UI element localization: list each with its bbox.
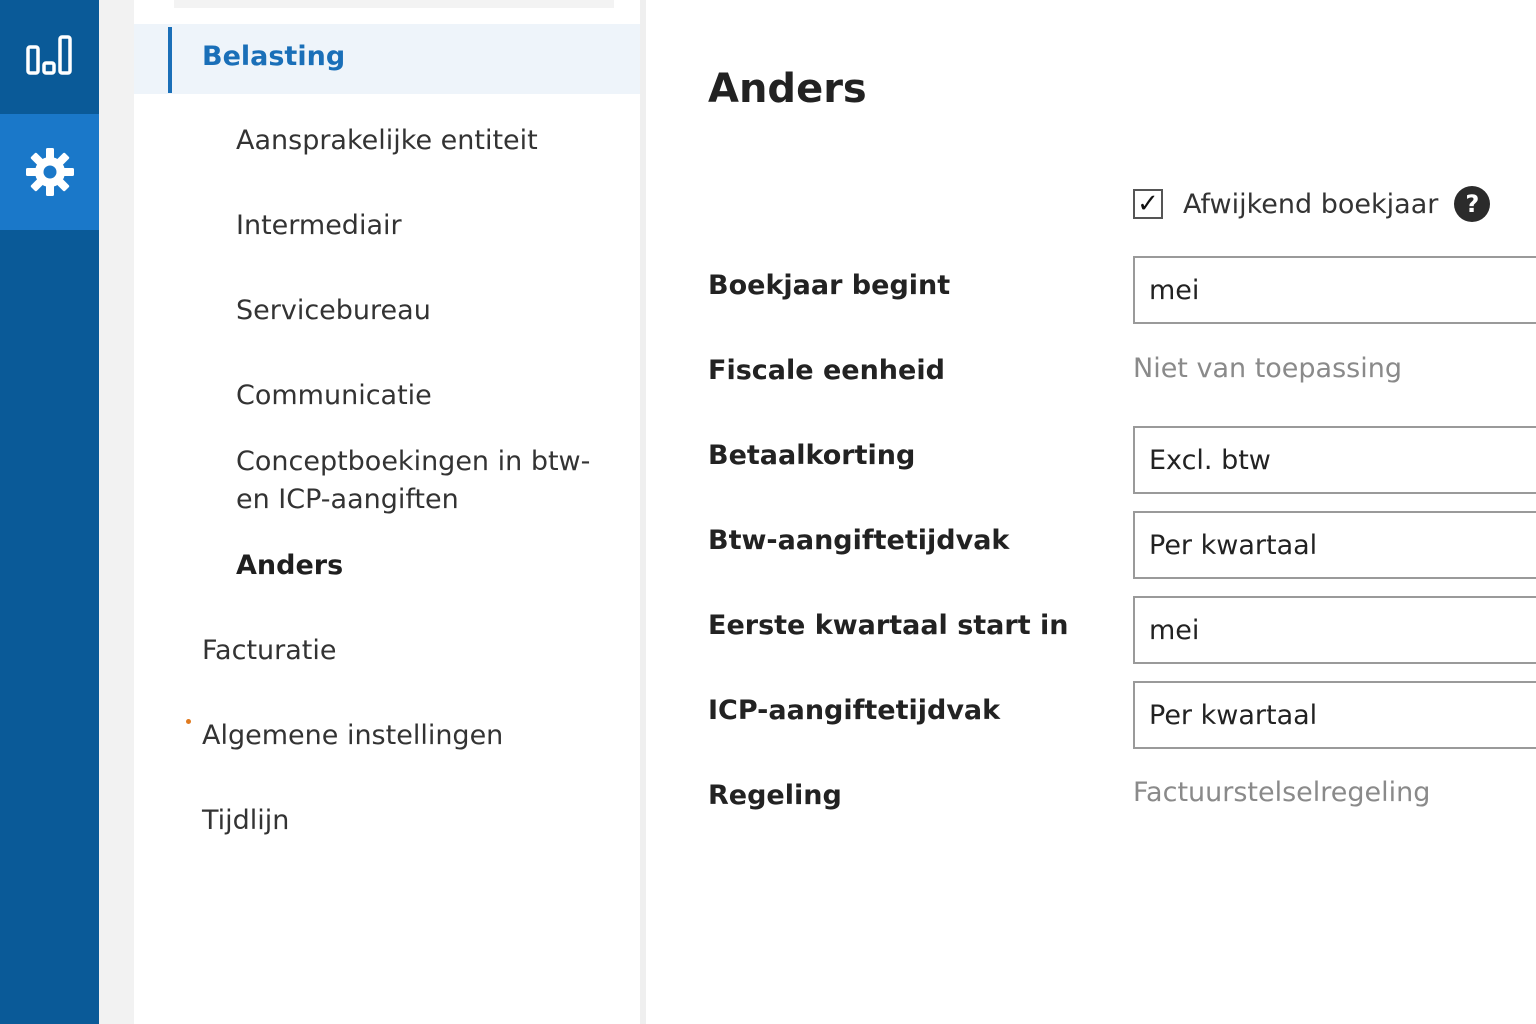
help-icon[interactable]: ?: [1454, 186, 1491, 222]
btw-aangiftetijdvak-select[interactable]: Per kwartaal: [1133, 511, 1536, 579]
nav-item-label: Anders: [236, 550, 344, 581]
checkmark-icon: ✓: [1137, 189, 1159, 219]
boekjaar-begint-label: Boekjaar begint: [708, 270, 951, 301]
btw-aangiftetijdvak-label: Btw-aangiftetijdvak: [708, 525, 1010, 556]
icp-aangiftetijdvak-label: ICP-aangiftetijdvak: [708, 695, 1001, 726]
regeling-label: Regeling: [708, 780, 842, 811]
nav-item-label: Communicatie: [236, 380, 432, 411]
active-indicator: [168, 27, 172, 93]
afwijkend-boekjaar-checkbox[interactable]: ✓: [1133, 189, 1163, 219]
rail-item-reports[interactable]: [0, 0, 99, 110]
field-value: mei: [1149, 274, 1200, 306]
gutter: [99, 0, 135, 1024]
field-value: mei: [1149, 614, 1200, 646]
rail-item-settings[interactable]: [0, 114, 99, 230]
field-value: Per kwartaal: [1149, 529, 1318, 561]
settings-nav: Belasting Aansprakelijke entiteit Interm…: [134, 0, 640, 1024]
afwijkend-boekjaar-row: ✓ Afwijkend boekjaar ?: [1133, 184, 1491, 224]
afwijkend-boekjaar-label[interactable]: Afwijkend boekjaar: [1183, 189, 1438, 220]
boekjaar-begint-select[interactable]: mei: [1133, 256, 1536, 324]
nav-item-label: Tijdlijn: [202, 805, 290, 836]
page-title: Anders: [708, 66, 867, 112]
nav-item-label-line1: Conceptboekingen in btw-: [236, 446, 591, 477]
gear-icon: [25, 148, 74, 196]
fiscale-eenheid-value: Niet van toepassing: [1133, 353, 1402, 384]
field-value: Per kwartaal: [1149, 699, 1318, 731]
nav-item-belasting[interactable]: Belasting: [134, 24, 640, 94]
nav-item-label: Intermediair: [236, 210, 402, 241]
fiscale-eenheid-label: Fiscale eenheid: [708, 355, 945, 386]
nav-item-conceptboekingen[interactable]: Conceptboekingen in btw- en ICP-aangifte…: [134, 443, 640, 519]
nav-item-label-line2: en ICP-aangiften: [236, 484, 459, 515]
nav-item-label: Aansprakelijke entiteit: [236, 125, 538, 156]
icp-aangiftetijdvak-select[interactable]: Per kwartaal: [1133, 681, 1536, 749]
nav-item-label: Facturatie: [202, 635, 337, 666]
nav-scroll-fade: [174, 0, 614, 8]
regeling-value: Factuurstelselregeling: [1133, 777, 1431, 808]
field-value: Excl. btw: [1149, 444, 1271, 476]
betaalkorting-select[interactable]: Excl. btw: [1133, 426, 1536, 494]
main-content: Anders ✓ Afwijkend boekjaar ? Boekjaar b…: [646, 0, 1536, 1024]
betaalkorting-label: Betaalkorting: [708, 440, 916, 471]
bar-chart-icon: [25, 35, 72, 75]
icon-rail: [0, 0, 99, 1024]
eerste-kwartaal-select[interactable]: mei: [1133, 596, 1536, 664]
nav-item-label: Algemene instellingen: [202, 720, 504, 751]
nav-item-label: Belasting: [202, 41, 346, 72]
eerste-kwartaal-label: Eerste kwartaal start in: [708, 610, 1069, 641]
app-root: Belasting Aansprakelijke entiteit Interm…: [0, 0, 1536, 1024]
required-marker: [186, 719, 191, 724]
nav-item-label: Servicebureau: [236, 295, 431, 326]
